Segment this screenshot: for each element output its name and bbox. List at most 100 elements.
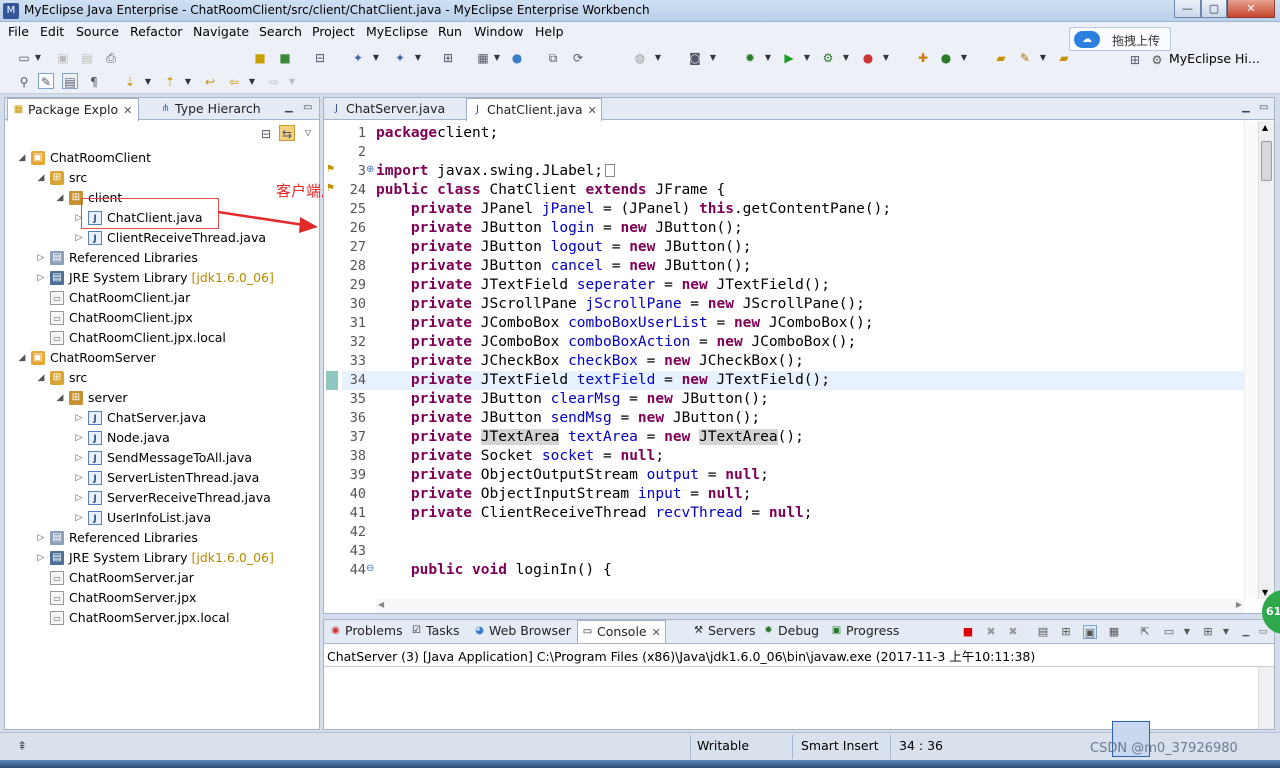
tab-chatserver-java[interactable]: J ChatServer.java bbox=[326, 98, 449, 120]
camera-icon[interactable]: ◙ bbox=[687, 50, 703, 66]
menu-help[interactable]: Help bbox=[535, 24, 564, 39]
grid-dropdown-icon[interactable]: ▼ bbox=[493, 50, 501, 66]
code-line[interactable]: private JButton sendMsg = new JButton(); bbox=[376, 409, 760, 428]
tab-servers[interactable]: ⚒ Servers bbox=[689, 620, 760, 643]
save-all-icon[interactable]: ▤ bbox=[79, 50, 95, 66]
perspective-switcher[interactable]: ⊞ ⚙ MyEclipse Hi... bbox=[1125, 50, 1275, 70]
upload-widget[interactable]: ☁ 拖拽上传 bbox=[1069, 27, 1171, 51]
search-tool-dropdown-icon[interactable]: ▼ bbox=[1039, 50, 1047, 66]
globe-icon[interactable]: ● bbox=[509, 50, 525, 66]
collapse-fold-icon[interactable]: ⊖ bbox=[366, 563, 374, 574]
profile-icon[interactable]: ◍ bbox=[632, 50, 648, 66]
run-dropdown-icon[interactable]: ▼ bbox=[803, 50, 811, 66]
tree-item[interactable]: ▷ J ClientReceiveThread.java bbox=[5, 228, 315, 248]
maximize-view-icon[interactable]: ▭ bbox=[303, 102, 312, 113]
expand-arrow-icon[interactable]: ▷ bbox=[74, 228, 84, 248]
code-line[interactable]: private JTextField seperater = new JText… bbox=[376, 276, 830, 295]
new-icon[interactable]: ▭ bbox=[16, 50, 32, 66]
server-icon[interactable]: ⊟ bbox=[312, 50, 328, 66]
next-annotation-dropdown-icon[interactable]: ▼ bbox=[144, 74, 152, 90]
deploy-icon[interactable]: ✦ bbox=[350, 50, 366, 66]
menu-project[interactable]: Project bbox=[312, 24, 355, 39]
expand-arrow-icon[interactable]: ▷ bbox=[36, 248, 46, 268]
tree-item[interactable]: ◢ ▣ ChatRoomServer bbox=[5, 348, 315, 368]
deploy-dropdown-icon[interactable]: ▼ bbox=[372, 50, 380, 66]
tree-item[interactable]: ▭ ChatRoomServer.jpx.local bbox=[5, 608, 315, 628]
tab-console[interactable]: ▭ Console ✕ bbox=[577, 620, 666, 643]
maximize-editor-icon[interactable]: ▭ bbox=[1259, 102, 1268, 113]
editor-horizontal-scrollbar[interactable]: ◀ ▶ bbox=[376, 599, 1244, 613]
coverage-dropdown-icon[interactable]: ▼ bbox=[882, 50, 890, 66]
tree-item[interactable]: ▭ ChatRoomClient.jpx.local bbox=[5, 328, 315, 348]
code-line[interactable]: private JPanel jPanel = (JPanel) this.ge… bbox=[376, 200, 891, 219]
next-annotation-icon[interactable]: ⇣ bbox=[122, 74, 138, 90]
menu-myeclipse[interactable]: MyEclipse bbox=[366, 24, 428, 39]
expand-arrow-icon[interactable]: ▷ bbox=[36, 528, 46, 548]
code-line[interactable]: private JComboBox comboBoxUserList = new… bbox=[376, 314, 874, 333]
remove-launch-icon[interactable]: ✖ bbox=[984, 625, 998, 639]
new-package-icon[interactable]: ✚ bbox=[915, 50, 931, 66]
refresh-icon[interactable]: ⟳ bbox=[570, 50, 586, 66]
collapse-arrow-icon[interactable]: ◢ bbox=[17, 348, 27, 368]
tree-item[interactable]: ▭ ChatRoomServer.jar bbox=[5, 568, 315, 588]
code-line[interactable]: public void loginIn() { bbox=[376, 561, 612, 580]
open-resource-icon[interactable]: ■ bbox=[277, 50, 293, 66]
overview-ruler[interactable] bbox=[1244, 121, 1258, 599]
tree-item[interactable]: ◢ ▣ ChatRoomClient bbox=[5, 148, 315, 168]
minimize-view-icon[interactable]: ▁ bbox=[285, 102, 293, 113]
debug-dropdown-icon[interactable]: ▼ bbox=[764, 50, 772, 66]
expand-arrow-icon[interactable]: ▷ bbox=[36, 548, 46, 568]
collapse-arrow-icon[interactable]: ◢ bbox=[55, 388, 65, 408]
fast-view-icon[interactable]: ⇞ bbox=[14, 738, 30, 754]
toggle-block-selection-icon[interactable]: ▤ bbox=[62, 73, 78, 89]
display-console-icon[interactable]: ▭ bbox=[1162, 625, 1176, 639]
run-icon[interactable]: ▶ bbox=[781, 50, 797, 66]
collapse-arrow-icon[interactable]: ◢ bbox=[36, 368, 46, 388]
code-line[interactable]: private JButton logout = new JButton(); bbox=[376, 238, 752, 257]
forward-icon[interactable]: ⇨ bbox=[266, 74, 282, 90]
menu-edit[interactable]: Edit bbox=[40, 24, 64, 39]
minimize-button[interactable]: — bbox=[1174, 0, 1201, 18]
run-server-icon[interactable]: ✦ bbox=[392, 50, 408, 66]
tab-tasks[interactable]: ☑ Tasks bbox=[407, 620, 464, 643]
open-console-icon[interactable]: ⊞ bbox=[1201, 625, 1215, 639]
code-line[interactable]: private Socket socket = null; bbox=[376, 447, 664, 466]
tab-web-browser[interactable]: ◕ Web Browser bbox=[470, 620, 575, 643]
coverage-icon[interactable]: ● bbox=[860, 50, 876, 66]
open-type-icon[interactable]: ■ bbox=[252, 50, 268, 66]
close-button[interactable]: ✕ bbox=[1227, 0, 1275, 18]
search-tool-icon[interactable]: ✎ bbox=[1017, 50, 1033, 66]
remove-all-terminated-icon[interactable]: ✖ bbox=[1006, 625, 1020, 639]
code-line[interactable]: private JTextArea textArea = new JTextAr… bbox=[376, 428, 804, 447]
back-icon[interactable]: ⇦ bbox=[226, 74, 242, 90]
new-class-dropdown-icon[interactable]: ▼ bbox=[960, 50, 968, 66]
display-console-dropdown-icon[interactable]: ▼ bbox=[1180, 625, 1194, 639]
previous-annotation-dropdown-icon[interactable]: ▼ bbox=[184, 74, 192, 90]
code-line[interactable]: private ObjectOutputStream output = null… bbox=[376, 466, 769, 485]
tree-item[interactable]: ▷ J ServerReceiveThread.java bbox=[5, 488, 315, 508]
warning-icon[interactable]: ⚑ bbox=[326, 183, 335, 194]
code-line[interactable]: private JTextField textField = new JText… bbox=[376, 371, 830, 390]
scrollbar-thumb[interactable] bbox=[1261, 141, 1272, 181]
warning-icon[interactable]: ⚑ bbox=[326, 164, 335, 175]
expand-fold-icon[interactable]: ⊕ bbox=[366, 164, 374, 175]
code-line[interactable]: private JComboBox comboBoxAction = new J… bbox=[376, 333, 856, 352]
terminate-icon[interactable]: ■ bbox=[961, 625, 975, 639]
tree-item[interactable]: ▷ J UserInfoList.java bbox=[5, 508, 315, 528]
close-tab-icon[interactable]: ✕ bbox=[123, 104, 132, 117]
word-wrap-icon[interactable]: ▦ bbox=[1107, 625, 1121, 639]
pin-console-icon[interactable]: ⇱ bbox=[1138, 625, 1152, 639]
collapse-all-icon[interactable]: ⊟ bbox=[258, 126, 274, 142]
open-perspective-folder-icon[interactable]: ▰ bbox=[1056, 50, 1072, 66]
tree-item[interactable]: ▷ ▤ Referenced Libraries bbox=[5, 528, 315, 548]
open-folder-icon[interactable]: ▰ bbox=[993, 50, 1009, 66]
code-line[interactable]: private JScrollPane jScrollPane = new JS… bbox=[376, 295, 865, 314]
view-menu-icon[interactable]: ▽ bbox=[304, 125, 312, 141]
tree-item[interactable]: ▷ J ServerListenThread.java bbox=[5, 468, 315, 488]
link-with-editor-icon[interactable]: ⇆ bbox=[279, 125, 295, 141]
collapse-arrow-icon[interactable]: ◢ bbox=[55, 188, 65, 208]
scroll-right-icon[interactable]: ▶ bbox=[1236, 600, 1242, 609]
tree-item[interactable]: ◢ ⊞ server bbox=[5, 388, 315, 408]
tree-item[interactable]: ◢ ⊞ src bbox=[5, 368, 315, 388]
new-web-icon[interactable]: ⊞ bbox=[440, 50, 456, 66]
